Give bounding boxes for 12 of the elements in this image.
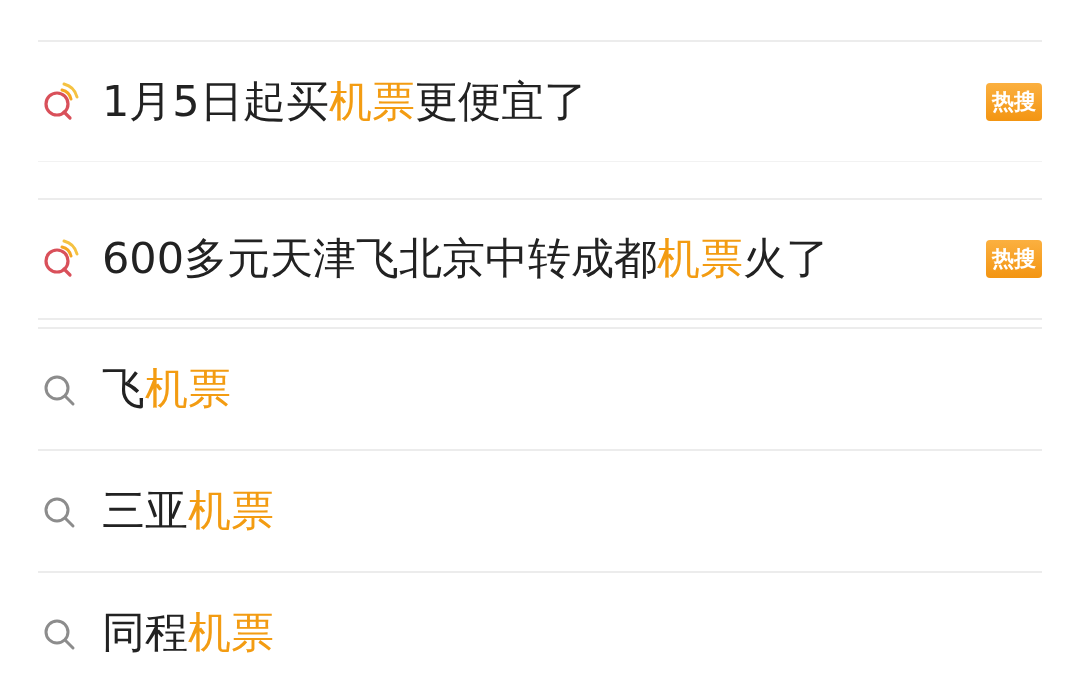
hot-search-badge: 热搜 xyxy=(986,82,1042,121)
suggestion-row[interactable]: 600多元天津飞北京中转成都机票火了 热搜 xyxy=(38,198,1042,320)
suggestion-text: 600多元天津飞北京中转成都机票火了 xyxy=(102,232,831,285)
suggestion-row[interactable]: 三亚机票 xyxy=(38,449,1042,571)
suggestion-row[interactable]: 1月5日起买机票更便宜了 热搜 xyxy=(38,40,1042,162)
suggestion-text: 1月5日起买机票更便宜了 xyxy=(102,74,588,128)
suggestion-text: 三亚机票 xyxy=(102,484,275,537)
suggestion-text: 飞机票 xyxy=(102,362,232,415)
suggestion-text: 同程机票 xyxy=(102,606,275,659)
suggestion-row[interactable]: 飞机票 xyxy=(38,327,1042,449)
hot-search-badge: 热搜 xyxy=(986,240,1042,278)
suggestion-row[interactable]: 同程机票 xyxy=(38,571,1042,681)
